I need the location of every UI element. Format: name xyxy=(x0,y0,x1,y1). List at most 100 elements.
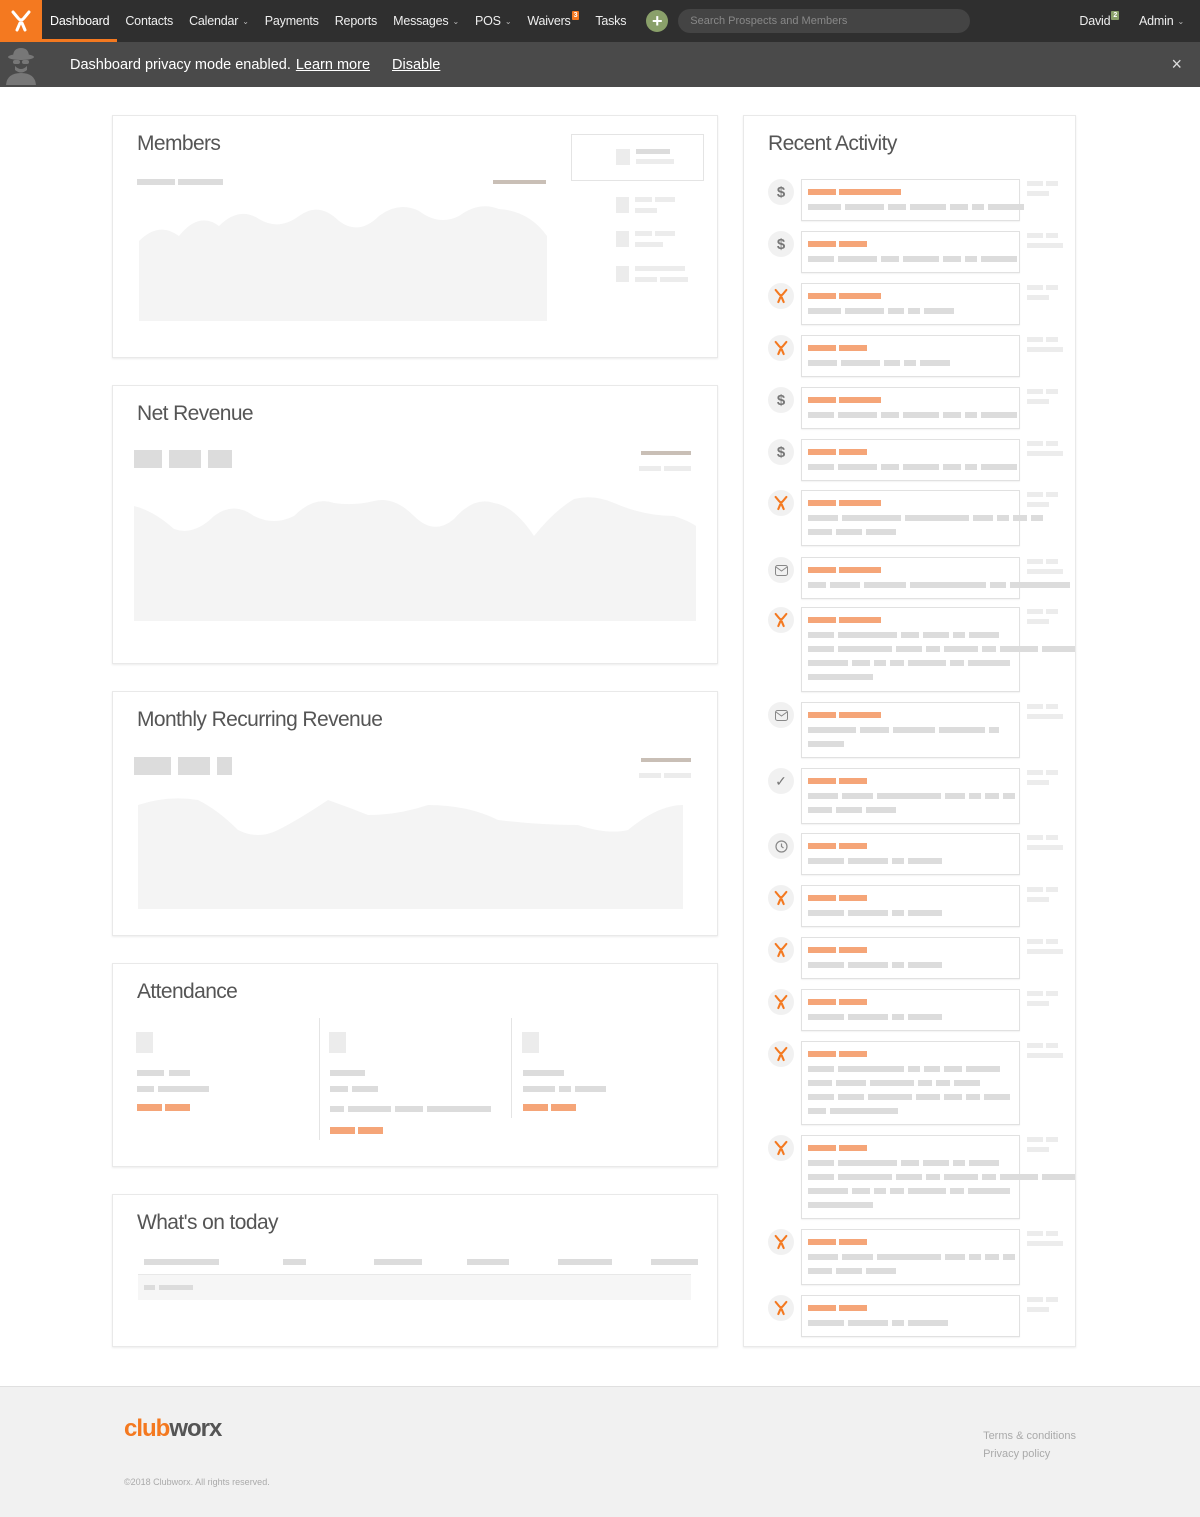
activity-item[interactable] xyxy=(801,557,1070,599)
user-area: David 2 Admin ⌄ xyxy=(1069,0,1200,42)
copyright-text: ©2018 Clubworx. All rights reserved. xyxy=(124,1477,270,1487)
clock-icon xyxy=(768,833,794,859)
trend-indicator xyxy=(641,758,691,762)
nav-item-label: Messages xyxy=(393,14,449,28)
activity-item[interactable] xyxy=(801,490,1043,546)
activity-item[interactable] xyxy=(801,283,1020,325)
nav-item-label: Calendar xyxy=(189,14,239,28)
placeholder-block xyxy=(217,757,232,775)
legend-swatch xyxy=(616,266,629,282)
nav-item-payments[interactable]: Payments xyxy=(257,0,327,42)
top-navigation: Dashboard Contacts Calendar ⌄ Payments Report… xyxy=(0,0,1200,42)
app-root: Dashboard Contacts Calendar ⌄ Payments Report… xyxy=(0,0,1200,1517)
placeholder-block xyxy=(134,757,171,775)
activity-item[interactable] xyxy=(801,768,1020,824)
activity-item[interactable] xyxy=(801,1135,1075,1219)
clubworx-icon xyxy=(768,885,794,911)
clubworx-icon xyxy=(768,937,794,963)
trend-indicator xyxy=(641,451,691,455)
placeholder-block xyxy=(178,757,210,775)
activity-item[interactable] xyxy=(801,1229,1020,1285)
user-notification-badge: 2 xyxy=(1111,10,1120,20)
members-legend-box xyxy=(571,134,704,181)
activity-item[interactable] xyxy=(801,231,1020,273)
nav-item-label: Payments xyxy=(264,14,319,28)
footer: clubworx ©2018 Clubworx. All rights rese… xyxy=(0,1386,1200,1517)
privacy-banner: Dashboard privacy mode enabled. Learn mo… xyxy=(0,42,1200,87)
user-name: David xyxy=(1079,14,1111,28)
notification-badge: 3 xyxy=(571,10,580,20)
nav-item-label: Contacts xyxy=(125,14,174,28)
legend-swatch xyxy=(616,231,629,247)
activity-item[interactable] xyxy=(801,335,1020,377)
activity-item[interactable] xyxy=(801,439,1020,481)
clubworx-logo[interactable] xyxy=(0,0,42,42)
nav-item-dashboard[interactable]: Dashboard xyxy=(42,0,118,42)
activity-item[interactable] xyxy=(801,387,1020,429)
clubworx-icon xyxy=(768,1135,794,1161)
net-revenue-chart xyxy=(134,497,696,621)
activity-item[interactable] xyxy=(801,179,1024,221)
clubworx-brand-logo[interactable]: clubworx xyxy=(124,1415,222,1443)
clubworx-icon xyxy=(768,1229,794,1255)
nav-item-label: Dashboard xyxy=(50,14,110,28)
terms-link[interactable]: Terms & conditions xyxy=(983,1427,1076,1445)
whats-on-title: What's on today xyxy=(137,1211,279,1234)
placeholder-block xyxy=(169,450,201,468)
clubworx-logo-icon xyxy=(11,10,31,32)
nav-item-calendar[interactable]: Calendar ⌄ xyxy=(181,0,257,42)
nav-item-label: Reports xyxy=(334,14,378,28)
members-chart xyxy=(139,206,547,321)
activity-item[interactable] xyxy=(801,937,1020,979)
spy-icon xyxy=(0,42,42,87)
activity-item[interactable] xyxy=(801,989,1020,1031)
nav-item-label: Waivers xyxy=(527,14,571,28)
disable-link[interactable]: Disable xyxy=(392,57,440,73)
envelope-icon xyxy=(768,557,794,583)
nav-item-label: Tasks xyxy=(595,14,627,28)
recent-activity-card: Recent Activity $ $ $ $ ✓ xyxy=(743,115,1076,1347)
members-card: Members xyxy=(112,115,718,358)
nav-item-label: POS xyxy=(475,14,501,28)
recent-activity-title: Recent Activity xyxy=(768,132,897,155)
quick-add-button[interactable]: + xyxy=(646,10,669,32)
dollar-icon: $ xyxy=(768,387,794,413)
privacy-message: Dashboard privacy mode enabled. xyxy=(70,56,291,73)
net-revenue-card: Net Revenue xyxy=(112,385,718,664)
clubworx-icon xyxy=(768,335,794,361)
nav-item-contacts[interactable]: Contacts xyxy=(117,0,181,42)
clubworx-icon xyxy=(768,490,794,516)
check-icon: ✓ xyxy=(768,768,794,794)
nav-item-reports[interactable]: Reports xyxy=(327,0,385,42)
activity-item[interactable] xyxy=(801,833,1020,875)
activity-item[interactable] xyxy=(801,1295,1020,1337)
nav-item-tasks[interactable]: Tasks xyxy=(587,0,634,42)
search-input[interactable] xyxy=(678,9,971,33)
net-revenue-title: Net Revenue xyxy=(137,402,254,425)
trend-indicator xyxy=(493,180,546,184)
admin-menu[interactable]: Admin ⌄ xyxy=(1129,0,1194,42)
close-icon[interactable]: × xyxy=(1171,54,1182,75)
legend-swatch xyxy=(616,197,629,213)
nav-item-waivers[interactable]: Waivers 3 xyxy=(519,0,587,42)
schedule-row[interactable] xyxy=(138,1274,691,1300)
clubworx-icon xyxy=(768,283,794,309)
dollar-icon: $ xyxy=(768,179,794,205)
activity-item[interactable] xyxy=(801,702,1020,758)
activity-item[interactable] xyxy=(801,1041,1020,1125)
activity-item[interactable] xyxy=(801,607,1075,692)
activity-item[interactable] xyxy=(801,885,1020,927)
chevron-down-icon: ⌄ xyxy=(504,16,512,26)
privacy-policy-link[interactable]: Privacy policy xyxy=(983,1445,1076,1463)
clubworx-icon xyxy=(768,1295,794,1321)
members-title: Members xyxy=(137,132,221,155)
learn-more-link[interactable]: Learn more xyxy=(296,57,370,73)
user-menu[interactable]: David 2 xyxy=(1069,0,1129,42)
dollar-icon: $ xyxy=(768,439,794,465)
placeholder-bar xyxy=(137,179,175,185)
nav-item-pos[interactable]: POS ⌄ xyxy=(467,0,519,42)
admin-label: Admin xyxy=(1139,14,1174,28)
clubworx-icon xyxy=(768,989,794,1015)
placeholder-bar xyxy=(178,179,223,185)
nav-item-messages[interactable]: Messages ⌄ xyxy=(385,0,467,42)
